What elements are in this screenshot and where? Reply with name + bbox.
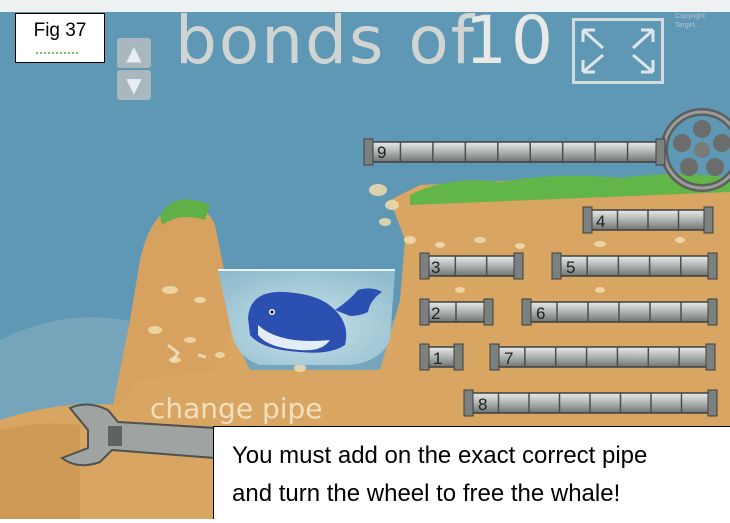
- caption-line-2: and turn the wheel to free the whale!: [232, 480, 621, 507]
- pipe-9-label: 9: [377, 143, 386, 162]
- pipe-4-label: 4: [596, 212, 605, 231]
- change-pipe-label[interactable]: change pipe: [150, 392, 323, 425]
- pipe-4[interactable]: 4: [582, 206, 714, 234]
- pipe-3[interactable]: 3: [419, 252, 524, 280]
- pipe-3-label: 3: [431, 258, 440, 277]
- pipe-8-label: 8: [478, 395, 487, 414]
- pipe-5[interactable]: 5: [551, 252, 718, 280]
- credit-line-1: Copyright: [675, 13, 705, 20]
- arrow-down-icon: ▼: [126, 73, 142, 97]
- arrow-up-icon: ▲: [126, 41, 142, 65]
- ground-shade: [0, 423, 80, 519]
- credit-text: Copyright Target...: [675, 12, 705, 30]
- pipe-1[interactable]: 1: [419, 343, 464, 371]
- pipe-1-label: 1: [433, 349, 442, 368]
- pipe-8[interactable]: 8: [463, 389, 718, 417]
- pipe-2-label: 2: [431, 304, 440, 323]
- decrease-button[interactable]: ▼: [117, 70, 151, 100]
- pipe-6[interactable]: 6: [521, 298, 718, 326]
- pipe-2[interactable]: 2: [419, 298, 494, 326]
- pipe-9[interactable]: 9: [363, 138, 666, 166]
- game-title: bonds of: [175, 2, 476, 79]
- increase-button[interactable]: ▲: [117, 38, 151, 68]
- caption-line-1: You must add on the exact correct pipe: [232, 442, 648, 469]
- figure-label-underline: [36, 50, 78, 54]
- pipe-7-label: 7: [504, 349, 513, 368]
- fullscreen-button[interactable]: [572, 18, 664, 84]
- figure-label: Fig 37: [15, 13, 105, 63]
- pipe-7[interactable]: 7: [489, 343, 716, 371]
- pipe-5-label: 5: [566, 258, 575, 277]
- figure-label-text: Fig 37: [33, 20, 87, 41]
- credit-line-2: Target...: [675, 22, 701, 29]
- pipe-6-label: 6: [536, 304, 545, 323]
- caption-box: You must add on the exact correct pipe a…: [213, 426, 730, 519]
- game-target-number: 10: [465, 2, 557, 79]
